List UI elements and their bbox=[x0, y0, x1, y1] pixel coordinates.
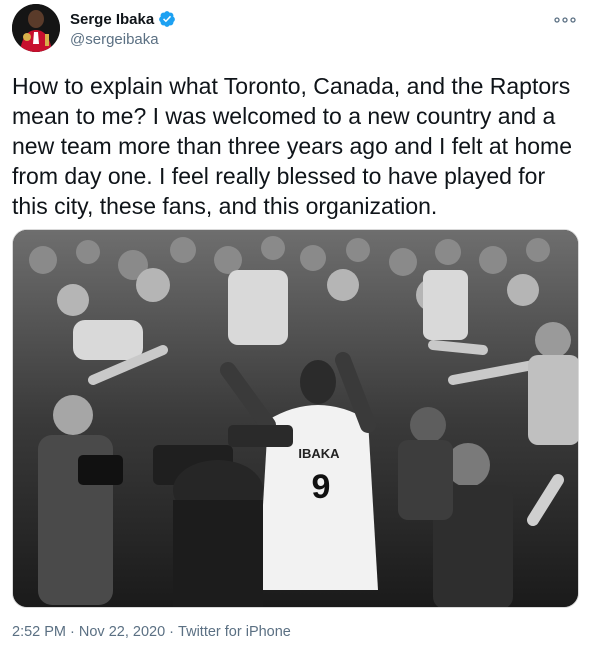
jersey-name: IBAKA bbox=[298, 446, 340, 461]
author-display-name[interactable]: Serge Ibaka bbox=[70, 11, 154, 28]
tweet-source[interactable]: Twitter for iPhone bbox=[178, 624, 291, 640]
avatar[interactable] bbox=[12, 4, 60, 52]
more-options-icon[interactable] bbox=[552, 10, 578, 30]
meta-separator: · bbox=[66, 624, 79, 640]
author-handle[interactable]: @sergeibaka bbox=[70, 31, 159, 48]
tweet-photo[interactable]: IBAKA 9 bbox=[12, 229, 579, 608]
tweet-meta: 2:52 PM · Nov 22, 2020 · Twitter for iPh… bbox=[12, 624, 291, 640]
meta-separator: · bbox=[165, 624, 179, 640]
verified-badge-icon bbox=[158, 10, 176, 28]
tweet-time[interactable]: 2:52 PM bbox=[12, 624, 66, 640]
tweet-text: How to explain what Toronto, Canada, and… bbox=[12, 73, 572, 219]
tweet-card: Serge Ibaka @sergeibaka How to explain w… bbox=[0, 0, 592, 655]
tweet-date[interactable]: Nov 22, 2020 bbox=[79, 624, 165, 640]
author-name-row: Serge Ibaka bbox=[70, 10, 176, 28]
jersey-number: 9 bbox=[312, 468, 331, 506]
